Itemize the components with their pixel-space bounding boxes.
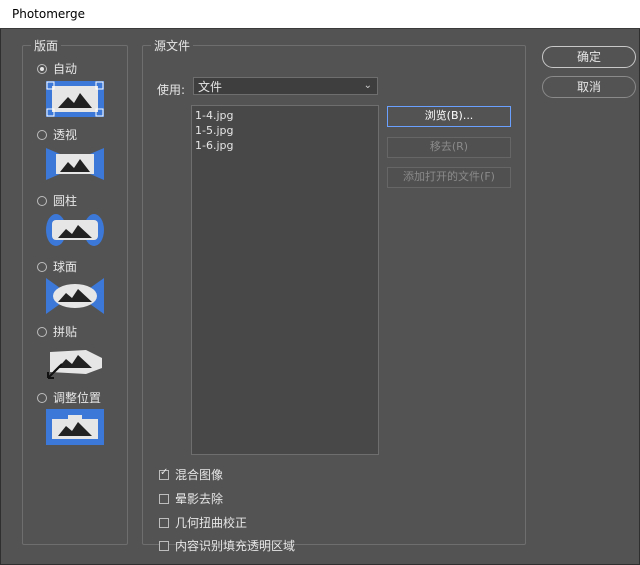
layout-option-label: 自动 — [53, 62, 78, 76]
use-select[interactable]: 文件 ⌄ — [193, 77, 378, 95]
layout-option-collage[interactable]: 拼贴 — [37, 323, 77, 340]
list-item[interactable]: 1-6.jpg — [195, 138, 375, 153]
chevron-down-icon: ⌄ — [363, 80, 372, 91]
perspective-layout-icon[interactable] — [46, 146, 104, 182]
layout-group: 版面 自动 透视 圆柱 球面 拼贴 调整位置 — [22, 37, 128, 545]
add-open-files-button[interactable]: 添加打开的文件(F) — [387, 167, 511, 188]
file-list[interactable]: 1-4.jpg 1-5.jpg 1-6.jpg — [191, 105, 379, 455]
use-label: 使用: — [157, 83, 186, 97]
checkbox-blend-images[interactable] — [159, 467, 169, 480]
layout-option-cylindrical[interactable]: 圆柱 — [37, 192, 77, 209]
checkbox-content-aware-fill[interactable] — [159, 540, 169, 551]
use-select-value: 文件 — [198, 79, 223, 94]
list-item[interactable]: 1-4.jpg — [195, 108, 375, 123]
option-blend-images[interactable]: 混合图像 — [159, 466, 223, 483]
cylindrical-layout-icon[interactable] — [46, 212, 104, 248]
radio-auto[interactable] — [37, 63, 47, 74]
layout-option-auto[interactable]: 自动 — [37, 60, 77, 77]
browse-button[interactable]: 浏览(B)... — [387, 106, 511, 127]
list-item[interactable]: 1-5.jpg — [195, 123, 375, 138]
layout-option-label: 圆柱 — [53, 194, 78, 208]
radio-reposition[interactable] — [37, 392, 47, 403]
layout-option-label: 拼贴 — [53, 325, 78, 339]
layout-option-reposition[interactable]: 调整位置 — [37, 389, 101, 406]
option-vignette-removal[interactable]: 晕影去除 — [159, 490, 223, 507]
cancel-button[interactable]: 取消 — [542, 76, 636, 98]
layout-legend: 版面 — [31, 37, 62, 54]
source-files-group: 源文件 使用: 文件 ⌄ 1-4.jpg 1-5.jpg 1-6.jpg 浏览(… — [142, 37, 526, 553]
option-content-aware-fill[interactable]: 内容识别填充透明区域 — [159, 537, 295, 554]
collage-layout-icon[interactable] — [46, 344, 104, 380]
layout-option-perspective[interactable]: 透视 — [37, 126, 77, 143]
layout-option-spherical[interactable]: 球面 — [37, 258, 77, 275]
ok-button[interactable]: 确定 — [542, 46, 636, 68]
layout-option-label: 球面 — [53, 260, 78, 274]
option-geometric-distortion[interactable]: 几何扭曲校正 — [159, 514, 247, 531]
option-label: 几何扭曲校正 — [175, 516, 248, 530]
checkbox-geometric-distortion[interactable] — [159, 517, 169, 528]
radio-perspective[interactable] — [37, 129, 47, 140]
option-label: 混合图像 — [175, 468, 224, 482]
source-legend: 源文件 — [151, 37, 194, 54]
radio-cylindrical[interactable] — [37, 195, 47, 206]
auto-layout-icon[interactable] — [46, 81, 104, 117]
remove-button[interactable]: 移去(R) — [387, 137, 511, 158]
option-label: 内容识别填充透明区域 — [175, 539, 296, 553]
option-label: 晕影去除 — [175, 492, 224, 506]
radio-collage[interactable] — [37, 326, 47, 337]
checkbox-vignette-removal[interactable] — [159, 493, 169, 504]
layout-option-label: 透视 — [53, 128, 78, 142]
reposition-layout-icon[interactable] — [46, 409, 104, 445]
spherical-layout-icon[interactable] — [46, 278, 104, 314]
photomerge-dialog: 版面 自动 透视 圆柱 球面 拼贴 调整位置 源文件 使用: 文件 ⌄ 1-4.… — [0, 29, 640, 565]
radio-spherical[interactable] — [37, 261, 47, 272]
title-bar: Photomerge — [0, 0, 640, 29]
layout-option-label: 调整位置 — [53, 391, 102, 405]
window-title: Photomerge — [12, 7, 86, 21]
